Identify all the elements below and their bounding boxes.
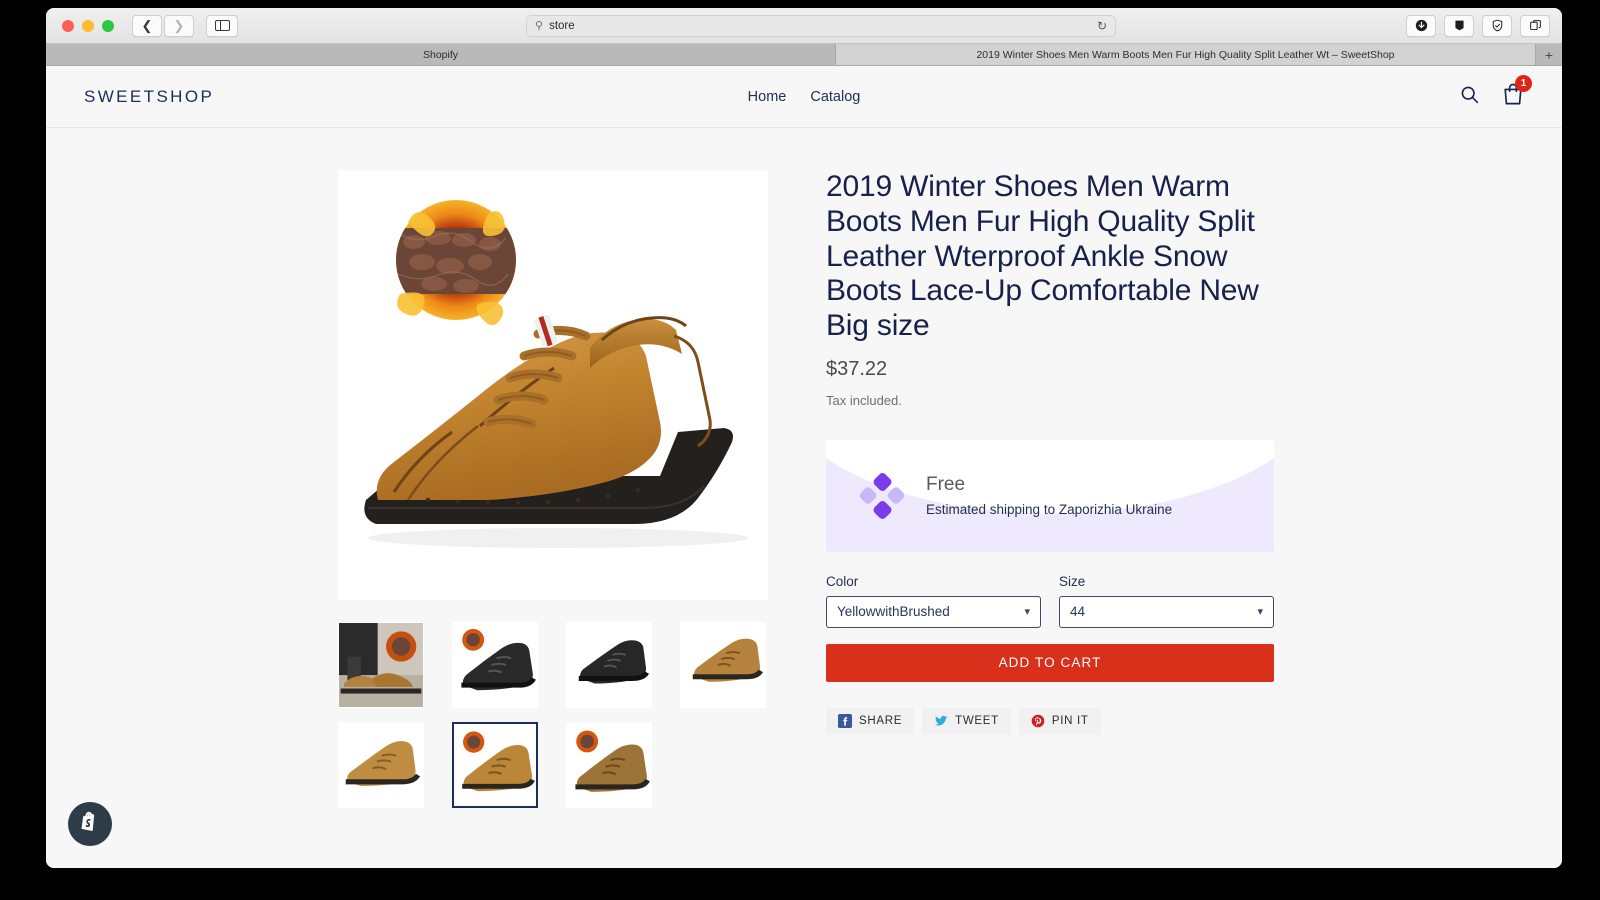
privacy-button[interactable] [1482,15,1512,37]
pinterest-icon [1031,714,1045,728]
browser-tab-shopify[interactable]: Shopify [46,44,836,65]
share-twitter-label: TWEET [955,715,999,727]
reader-button[interactable] [1444,15,1474,37]
color-select-value: YellowwithBrushed [837,604,950,619]
tab-overview-icon [1529,19,1542,32]
chevron-down-icon: ▾ [1024,605,1030,618]
sidebar-toggle-icon [215,20,230,31]
new-tab-button[interactable]: + [1536,44,1562,65]
search-button[interactable] [1459,84,1480,110]
toolbar-right-buttons [1406,15,1550,37]
color-label: Color [826,574,1041,589]
product-title: 2019 Winter Shoes Men Warm Boots Men Fur… [826,170,1296,344]
site-header: SWEETSHOP Home Catalog 1 [46,66,1562,128]
window-controls [62,20,114,32]
product-info: 2019 Winter Shoes Men Warm Boots Men Fur… [826,170,1296,808]
page-content: SWEETSHOP Home Catalog 1 [46,66,1562,868]
cart-count-badge: 1 [1515,75,1532,92]
boot-illustration [338,170,768,600]
tax-note: Tax included. [826,393,1296,408]
chevron-down-icon: ▾ [1257,605,1263,618]
size-label: Size [1059,574,1274,589]
sidebar-toggle-button[interactable] [206,15,238,37]
darktan-boot-badge-thumb-image [567,723,651,807]
thumbnail-6[interactable] [452,722,538,808]
shopify-badge[interactable] [68,802,112,846]
share-facebook-button[interactable]: SHARE [826,708,914,735]
product-main-image[interactable] [338,170,768,600]
main-navigation: Home Catalog [748,89,861,105]
thumbnail-1[interactable] [338,622,424,708]
shield-icon [1491,19,1504,32]
thumbnail-5[interactable] [338,722,424,808]
product-thumbnails [338,622,768,808]
forward-button[interactable]: ❯ [164,15,194,37]
maximize-window-button[interactable] [102,20,114,32]
address-bar[interactable]: ⚲ store ↻ [526,15,1116,37]
share-pinterest-button[interactable]: PIN IT [1019,708,1101,735]
variant-selectors: Color YellowwithBrushed ▾ Size 44 ▾ [826,574,1296,628]
twitter-icon [934,714,948,728]
thumbnail-4[interactable] [680,622,766,708]
reader-icon [1453,19,1466,32]
color-select[interactable]: YellowwithBrushed ▾ [826,596,1041,628]
shipping-subtitle: Estimated shipping to Zaporizhia Ukraine [926,502,1172,517]
header-actions: 1 [1459,82,1524,111]
color-selector-group: Color YellowwithBrushed ▾ [826,574,1041,628]
size-select-value: 44 [1070,604,1085,619]
shipping-text-block: Free Estimated shipping to Zaporizhia Uk… [926,474,1172,517]
share-pinterest-label: PIN IT [1052,715,1089,727]
nav-link-catalog[interactable]: Catalog [810,89,860,105]
tab-strip: Shopify 2019 Winter Shoes Men Warm Boots… [46,44,1562,66]
thumbnail-2[interactable] [452,622,538,708]
black-boot-badge-thumb-image [453,623,537,707]
search-icon [1459,84,1480,105]
cart-button[interactable]: 1 [1502,82,1524,111]
shipping-estimate-banner: Free Estimated shipping to Zaporizhia Uk… [826,440,1274,552]
search-icon: ⚲ [535,19,543,32]
size-selector-group: Size 44 ▾ [1059,574,1274,628]
shopify-logo-icon [78,811,102,837]
facebook-icon [838,714,852,728]
download-icon [1415,19,1428,32]
downloads-button[interactable] [1406,15,1436,37]
tan-boot-light-thumb-image [339,723,423,807]
lifestyle-thumb-image [339,623,423,707]
shipping-title: Free [926,474,1172,496]
tan-boot-thumb-image [681,623,765,707]
thumbnail-3[interactable] [566,622,652,708]
browser-window: ❮ ❯ ⚲ store ↻ Shopify [46,8,1562,868]
add-to-cart-button[interactable]: ADD TO CART [826,644,1274,682]
share-facebook-label: SHARE [859,715,902,727]
black-boot-thumb-image [567,623,651,707]
navigation-buttons: ❮ ❯ [132,15,194,37]
address-bar-value: store [549,20,1097,32]
tan-boot-badge-thumb-image [454,724,536,806]
minimize-window-button[interactable] [82,20,94,32]
reload-icon[interactable]: ↻ [1097,19,1107,33]
back-button[interactable]: ❮ [132,15,162,37]
product-section: 2019 Winter Shoes Men Warm Boots Men Fur… [46,128,1562,808]
browser-tab-product[interactable]: 2019 Winter Shoes Men Warm Boots Men Fur… [836,44,1536,65]
diamond-cluster-icon [858,473,904,519]
size-select[interactable]: 44 ▾ [1059,596,1274,628]
nav-link-home[interactable]: Home [748,89,787,105]
close-window-button[interactable] [62,20,74,32]
product-price: $37.22 [826,358,1296,381]
product-gallery [46,170,806,808]
store-logo[interactable]: SWEETSHOP [84,87,214,107]
share-twitter-button[interactable]: TWEET [922,708,1011,735]
thumbnail-7[interactable] [566,722,652,808]
browser-toolbar: ❮ ❯ ⚲ store ↻ [46,8,1562,44]
share-buttons: SHARE TWEET PIN IT [826,708,1296,735]
tab-overview-button[interactable] [1520,15,1550,37]
